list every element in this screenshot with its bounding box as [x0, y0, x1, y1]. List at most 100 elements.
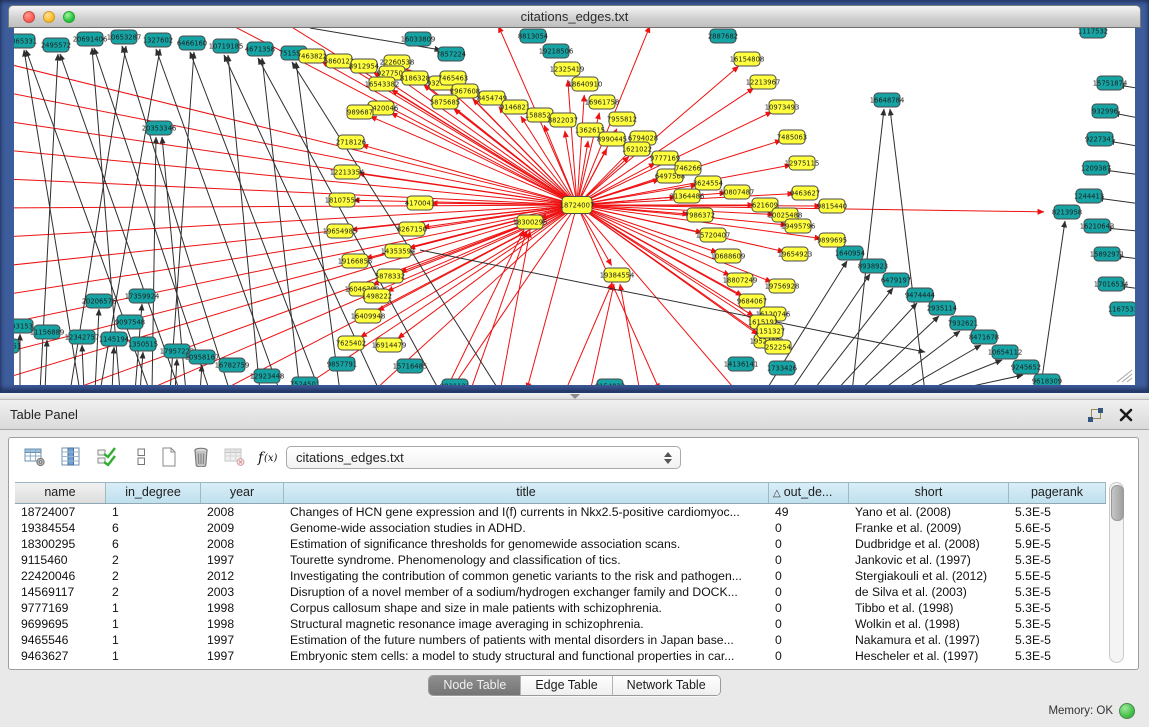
- graph-node[interactable]: 16033809: [401, 32, 436, 46]
- graph-node[interactable]: 19218506: [539, 44, 574, 58]
- graph-node[interactable]: 9097548: [115, 315, 145, 329]
- graph-node[interactable]: 15892971: [1090, 247, 1125, 261]
- column-chooser-icon[interactable]: [57, 445, 85, 471]
- graph-node[interactable]: 15751874: [1093, 76, 1128, 90]
- graph-node[interactable]: 21364486: [670, 189, 705, 203]
- tab-node-table[interactable]: Node Table: [429, 676, 521, 695]
- graph-node[interactable]: 1350515: [128, 337, 158, 351]
- graph-node[interactable]: 4170041: [405, 196, 435, 210]
- graph-node[interactable]: 19654985: [323, 224, 358, 238]
- table-row[interactable]: 911546021997Tourette syndrome. Phenomeno…: [15, 552, 1106, 568]
- graph-node[interactable]: 1327602: [143, 33, 173, 47]
- resize-grip-icon[interactable]: [1113, 367, 1133, 383]
- graph-node[interactable]: 9815440: [817, 199, 847, 213]
- table-select-dropdown[interactable]: citations_edges.txt: [286, 446, 681, 469]
- graph-node[interactable]: 1167533: [1108, 302, 1135, 316]
- graph-node[interactable]: 16648784: [870, 93, 905, 107]
- graph-node[interactable]: 7986372: [685, 208, 715, 222]
- window-titlebar[interactable]: citations_edges.txt: [8, 5, 1141, 28]
- network-graph[interactable]: 2065331249557220691406106532871327602646…: [14, 28, 1135, 385]
- tab-network-table[interactable]: Network Table: [613, 676, 720, 695]
- graph-node[interactable]: 7463822: [297, 49, 327, 63]
- graph-node[interactable]: 6479197: [881, 273, 911, 287]
- graph-node[interactable]: 9474444: [905, 288, 935, 302]
- graph-node[interactable]: 14136141: [724, 357, 759, 371]
- graph-node[interactable]: 2935114: [927, 301, 957, 315]
- graph-node[interactable]: 1621022: [622, 142, 652, 156]
- table-row[interactable]: 969969511998Structural magnetic resonanc…: [15, 616, 1106, 632]
- splitter-handle-icon[interactable]: [570, 394, 580, 399]
- graph-node[interactable]: 1209387: [1081, 161, 1111, 175]
- merge-rows-icon[interactable]: [127, 445, 155, 471]
- graph-node[interactable]: 2065331: [14, 34, 37, 48]
- graph-node[interactable]: 12213967: [746, 75, 781, 89]
- network-canvas[interactable]: 2065331249557220691406106532871327602646…: [14, 28, 1135, 385]
- graph-node[interactable]: 20206576: [82, 294, 117, 308]
- graph-node[interactable]: 8471678: [969, 330, 999, 344]
- graph-node[interactable]: 19756928: [765, 279, 800, 293]
- graph-node[interactable]: 9899695: [817, 233, 847, 247]
- graph-node[interactable]: 2887682: [708, 29, 738, 43]
- graph-node[interactable]: 7857224: [436, 47, 466, 61]
- graph-node[interactable]: 7465463: [438, 71, 468, 85]
- column-header-title[interactable]: title: [284, 483, 769, 503]
- graph-node[interactable]: 18640910: [568, 77, 603, 91]
- close-panel-icon[interactable]: [1119, 408, 1133, 422]
- graph-node[interactable]: 7955812: [607, 112, 637, 126]
- table-row[interactable]: 2242004622012Investigating the contribut…: [15, 568, 1106, 584]
- table-row[interactable]: 1872400712008Changes of HCN gene express…: [15, 504, 1106, 520]
- graph-node[interactable]: 8912954: [349, 59, 379, 73]
- graph-node[interactable]: 20691406: [73, 32, 108, 46]
- table-row[interactable]: 946362711997Embryonic stem cells: a mode…: [15, 648, 1106, 664]
- graph-node[interactable]: 10654112: [988, 345, 1023, 359]
- graph-node[interactable]: 1151327: [755, 324, 785, 338]
- graph-node[interactable]: 10807487: [720, 185, 755, 199]
- function-builder-icon[interactable]: f (x): [255, 445, 283, 471]
- graph-node[interactable]: 1145194: [99, 332, 129, 346]
- graph-node[interactable]: 1117532: [1078, 28, 1108, 38]
- graph-node[interactable]: 7524501: [290, 377, 320, 385]
- graph-node[interactable]: 8267150: [397, 222, 427, 236]
- table-row[interactable]: 977716911998Corpus callosum shape and si…: [15, 600, 1106, 616]
- graph-node[interactable]: 9618309: [1032, 374, 1062, 385]
- table-row[interactable]: 1830029562008Estimation of significance …: [15, 536, 1106, 552]
- graph-node[interactable]: 8990445: [597, 132, 627, 146]
- graph-node[interactable]: 12923448: [250, 369, 285, 383]
- graph-node[interactable]: 17359924: [125, 289, 160, 303]
- table-row[interactable]: 946554611997Estimation of the future num…: [15, 632, 1106, 648]
- graph-node[interactable]: 17016534: [1094, 277, 1129, 291]
- graph-node[interactable]: 12325419: [550, 62, 585, 76]
- graph-node[interactable]: 1244413: [1074, 189, 1104, 203]
- graph-node[interactable]: 2495572: [41, 38, 71, 52]
- float-panel-icon[interactable]: [1088, 408, 1103, 423]
- graph-node[interactable]: 1498222: [362, 289, 392, 303]
- column-header-name[interactable]: name: [15, 483, 106, 503]
- graph-node[interactable]: 5875685: [430, 95, 460, 109]
- graph-node[interactable]: 16409948: [351, 309, 386, 323]
- graph-node[interactable]: 7485063: [777, 130, 807, 144]
- graph-node[interactable]: 1640954: [835, 246, 865, 260]
- column-header-year[interactable]: year: [201, 483, 284, 503]
- graph-node[interactable]: 12975115: [785, 156, 820, 170]
- table-row[interactable]: 1938455462009Genome-wide association stu…: [15, 520, 1106, 536]
- graph-node[interactable]: 8186328: [400, 71, 430, 85]
- graph-node[interactable]: 5878332: [375, 269, 405, 283]
- column-header-pagerank[interactable]: pagerank: [1009, 483, 1106, 503]
- graph-node[interactable]: 15720407: [696, 228, 731, 242]
- graph-node[interactable]: 8822037: [548, 113, 578, 127]
- graph-node[interactable]: 9463627: [790, 186, 820, 200]
- import-table-icon[interactable]: [221, 445, 249, 471]
- graph-node[interactable]: 18107554: [325, 193, 360, 207]
- graph-node[interactable]: 746266: [675, 161, 701, 175]
- graph-node[interactable]: 932996: [1092, 104, 1118, 118]
- column-header-out_de[interactable]: △out_de...: [769, 483, 849, 503]
- graph-node[interactable]: 9245652: [1011, 360, 1041, 374]
- new-table-icon[interactable]: [155, 445, 183, 471]
- graph-hub-node[interactable]: 18724007: [560, 197, 595, 214]
- graph-node[interactable]: 16154808: [730, 52, 765, 66]
- graph-node[interactable]: 16210643: [1080, 219, 1115, 233]
- graph-node[interactable]: 16914479: [372, 338, 407, 352]
- graph-node[interactable]: 16782759: [215, 358, 250, 372]
- graph-node[interactable]: 2718126: [336, 135, 366, 149]
- tab-edge-table[interactable]: Edge Table: [521, 676, 612, 695]
